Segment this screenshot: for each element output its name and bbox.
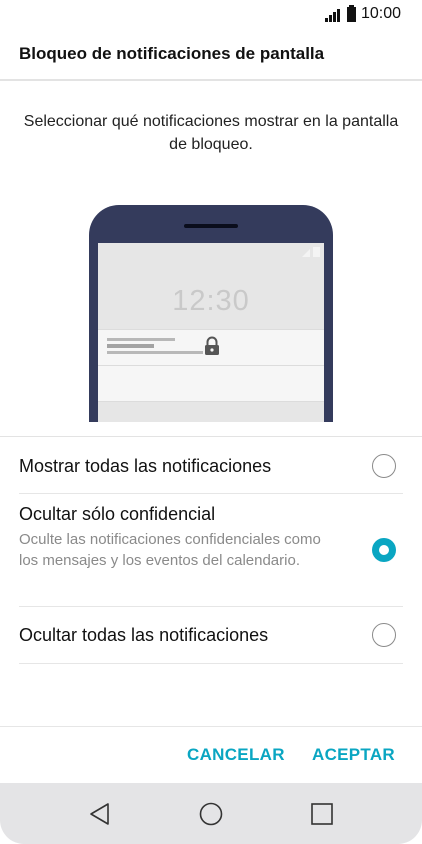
title-bar: Bloqueo de notificaciones de pantalla: [0, 30, 422, 81]
lock-screen-illustration: 12:30: [89, 205, 333, 422]
signal-icon: [302, 247, 320, 257]
option-title: Mostrar todas las notificaciones: [19, 456, 272, 476]
intro-text: Seleccionar qué notificaciones mostrar e…: [23, 113, 399, 153]
notification-line: [107, 351, 203, 354]
notification-card: [98, 329, 324, 366]
divider: [0, 726, 422, 727]
back-icon[interactable]: [86, 799, 116, 829]
option-description: Oculte las notificaciones confidenciales…: [19, 531, 321, 569]
radio-button-checked[interactable]: [372, 538, 396, 562]
notification-card-empty: [98, 366, 324, 402]
status-bar: 10:00: [0, 0, 422, 30]
phone-speaker: [184, 224, 238, 228]
phone-screen: 12:30: [98, 243, 324, 422]
signal-icon: [325, 9, 340, 22]
radio-button-unchecked[interactable]: [372, 454, 396, 478]
divider: [19, 663, 403, 664]
status-time: 10:00: [361, 5, 402, 22]
option-hide-confidential[interactable]: Ocultar sólo confidencial Oculte las not…: [0, 494, 422, 607]
notification-line: [107, 338, 175, 341]
option-title: Ocultar sólo confidencial: [19, 504, 216, 524]
option-title: Ocultar todas las notificaciones: [19, 625, 269, 645]
cancel-button[interactable]: CANCELAR: [187, 745, 285, 765]
notification-line: [107, 344, 154, 348]
battery-icon: [347, 5, 356, 22]
page-title: Bloqueo de notificaciones de pantalla: [19, 44, 325, 63]
lock-screen-time: 12:30: [172, 285, 250, 317]
recent-apps-icon[interactable]: [307, 799, 337, 829]
option-show-all[interactable]: Mostrar todas las notificaciones: [0, 437, 422, 494]
radio-button-unchecked[interactable]: [372, 623, 396, 647]
option-hide-all[interactable]: Ocultar todas las notificaciones: [0, 607, 422, 664]
navigation-bar: [0, 783, 422, 844]
home-icon[interactable]: [196, 799, 226, 829]
lock-icon: [205, 336, 219, 355]
accept-button[interactable]: ACEPTAR: [312, 745, 395, 765]
